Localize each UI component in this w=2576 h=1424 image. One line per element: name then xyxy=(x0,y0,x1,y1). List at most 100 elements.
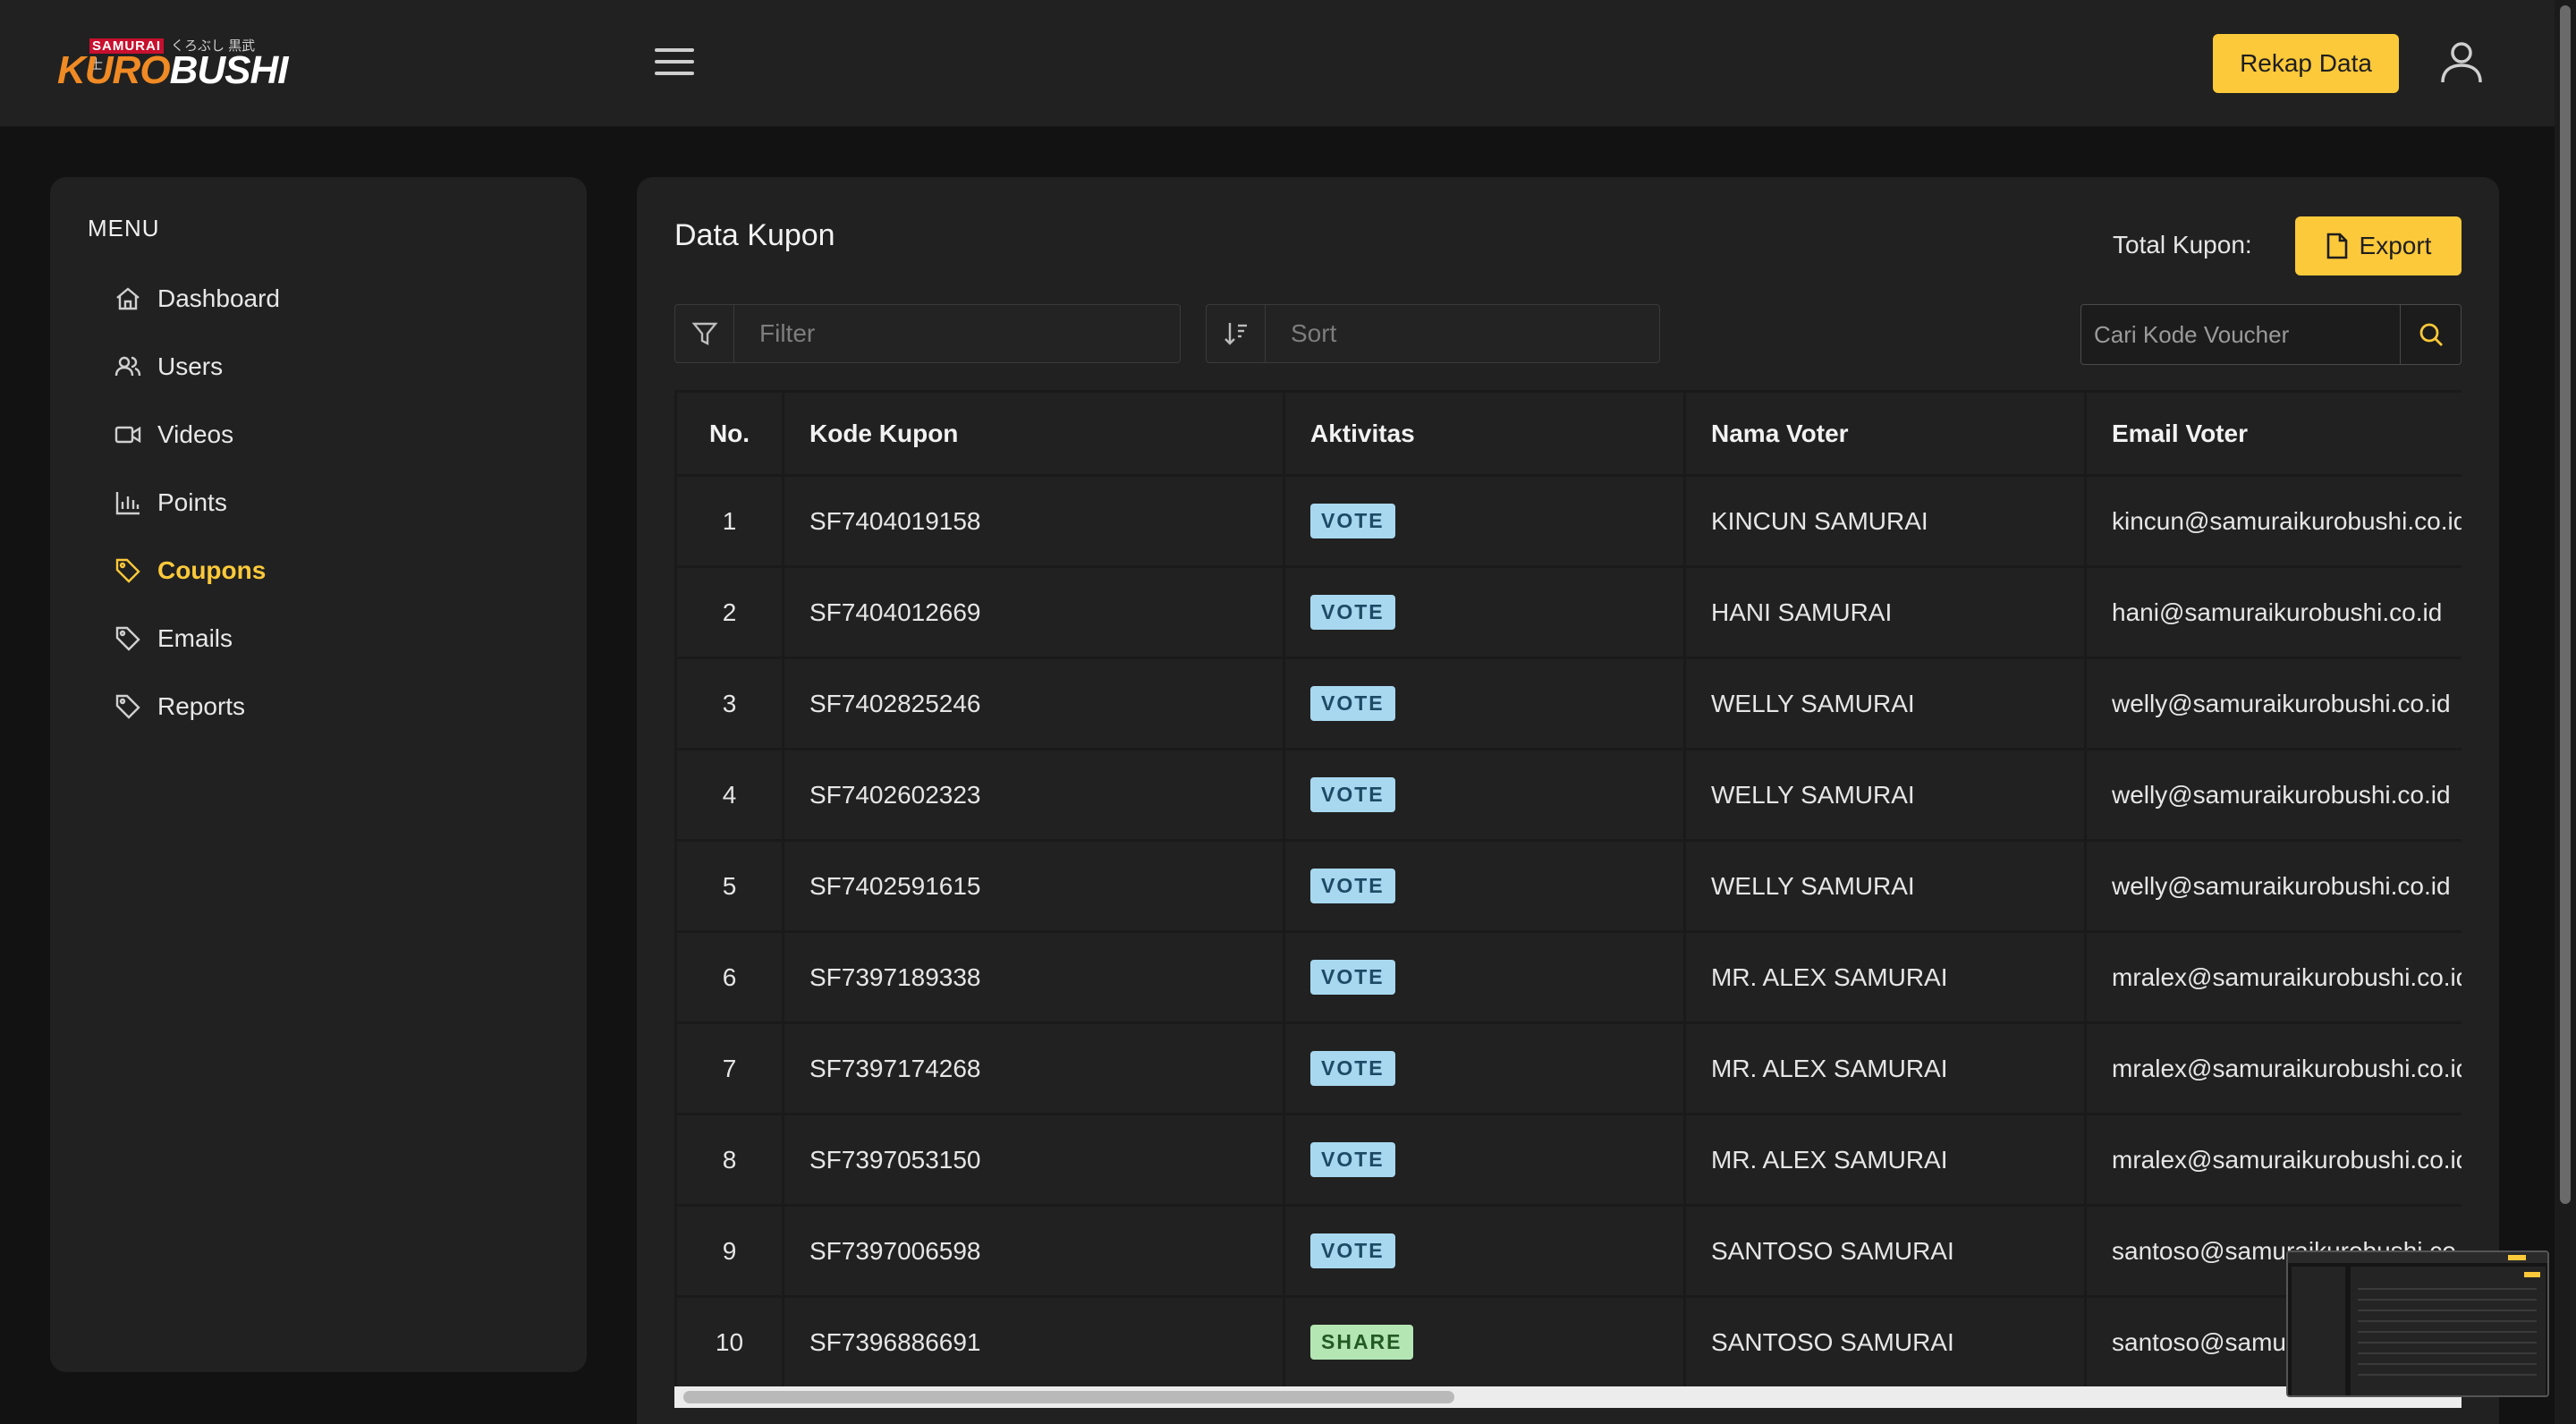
cell-nama-voter: MR. ALEX SAMURAI xyxy=(1683,1113,2087,1207)
data-kupon-panel: Data Kupon Total Kupon: Export No. xyxy=(637,177,2499,1424)
rekap-data-button[interactable]: Rekap Data xyxy=(2213,34,2399,93)
cell-email-voter: welly@samuraikurobushi.co.id xyxy=(2084,748,2462,842)
activity-badge: VOTE xyxy=(1310,1051,1395,1086)
cell-no: 3 xyxy=(674,657,784,750)
sidebar-item-label: Videos xyxy=(157,420,234,448)
cell-aktivitas: VOTE xyxy=(1283,474,1686,568)
table-horizontal-scrollbar[interactable] xyxy=(674,1386,2462,1408)
sidebar-item-points[interactable]: Points xyxy=(113,469,280,537)
sidebar-item-dashboard[interactable]: Dashboard xyxy=(113,265,280,333)
page-title: Data Kupon xyxy=(674,218,835,252)
cell-nama-voter: WELLY SAMURAI xyxy=(1683,748,2087,842)
voucher-search xyxy=(2080,304,2462,365)
kupon-table: No. Kode Kupon Aktivitas Nama Voter Emai… xyxy=(674,390,2462,1389)
file-icon xyxy=(2326,233,2347,259)
home-icon xyxy=(113,284,143,314)
cell-nama-voter: SANTOSO SAMURAI xyxy=(1683,1204,2087,1298)
activity-badge: VOTE xyxy=(1310,869,1395,903)
scrollbar-thumb[interactable] xyxy=(2560,5,2571,1204)
sidebar-item-coupons[interactable]: Coupons xyxy=(113,537,280,605)
column-header-aktivitas[interactable]: Aktivitas xyxy=(1283,390,1686,477)
table-header-row: No. Kode Kupon Aktivitas Nama Voter Emai… xyxy=(674,390,2462,477)
sidebar-item-emails[interactable]: Emails xyxy=(113,605,280,673)
search-input[interactable] xyxy=(2080,304,2401,365)
cell-kode-kupon: SF7397006598 xyxy=(782,1204,1285,1298)
cell-email-voter: hani@samuraikurobushi.co.id xyxy=(2084,565,2462,659)
table-row[interactable]: 3 SF7402825246 VOTE WELLY SAMURAI welly@… xyxy=(674,657,2462,750)
table-row[interactable]: 4 SF7402602323 VOTE WELLY SAMURAI welly@… xyxy=(674,748,2462,842)
cell-no: 8 xyxy=(674,1113,784,1207)
activity-badge: VOTE xyxy=(1310,686,1395,721)
scrollbar-thumb[interactable] xyxy=(683,1391,1454,1403)
column-header-no[interactable]: No. xyxy=(674,390,784,477)
cell-nama-voter: WELLY SAMURAI xyxy=(1683,657,2087,750)
users-icon xyxy=(113,352,143,382)
cell-email-voter: kincun@samuraikurobushi.co.id xyxy=(2084,474,2462,568)
cell-nama-voter: SANTOSO SAMURAI xyxy=(1683,1295,2087,1389)
page-vertical-scrollbar[interactable] xyxy=(2555,0,2576,1424)
cell-kode-kupon: SF7397189338 xyxy=(782,930,1285,1024)
table-row[interactable]: 10 SF7396886691 SHARE SANTOSO SAMURAI sa… xyxy=(674,1295,2462,1389)
cell-aktivitas: VOTE xyxy=(1283,1021,1686,1115)
cell-aktivitas: VOTE xyxy=(1283,1113,1686,1207)
kupon-table-container[interactable]: No. Kode Kupon Aktivitas Nama Voter Emai… xyxy=(674,390,2462,1419)
sidebar-item-users[interactable]: Users xyxy=(113,333,280,401)
cell-kode-kupon: SF7404012669 xyxy=(782,565,1285,659)
screen-preview-thumbnail[interactable] xyxy=(2286,1250,2549,1397)
cell-aktivitas: VOTE xyxy=(1283,930,1686,1024)
tag-icon xyxy=(113,691,143,722)
sidebar-item-label: Points xyxy=(157,488,227,516)
activity-badge: VOTE xyxy=(1310,1142,1395,1177)
cell-email-voter: mralex@samuraikurobushi.co.id xyxy=(2084,1021,2462,1115)
table-row[interactable]: 2 SF7404012669 VOTE HANI SAMURAI hani@sa… xyxy=(674,565,2462,659)
sidebar-item-label: Dashboard xyxy=(157,284,280,312)
search-icon[interactable] xyxy=(2401,304,2462,365)
user-profile-icon[interactable] xyxy=(2438,39,2485,86)
cell-nama-voter: MR. ALEX SAMURAI xyxy=(1683,1021,2087,1115)
video-icon xyxy=(113,420,143,450)
table-row[interactable]: 6 SF7397189338 VOTE MR. ALEX SAMURAI mra… xyxy=(674,930,2462,1024)
filter-input[interactable] xyxy=(734,305,1180,362)
sort-icon[interactable] xyxy=(1207,305,1266,362)
sort-input[interactable] xyxy=(1266,305,1659,362)
cell-kode-kupon: SF7396886691 xyxy=(782,1295,1285,1389)
activity-badge: SHARE xyxy=(1310,1325,1413,1360)
cell-nama-voter: MR. ALEX SAMURAI xyxy=(1683,930,2087,1024)
sidebar-item-label: Emails xyxy=(157,624,233,652)
sidebar-item-label: Coupons xyxy=(157,556,267,584)
kurobushi-logo[interactable]: SAMURAI くろぶし 黒武士 KUROBUSHI xyxy=(57,34,288,92)
filter-control xyxy=(674,304,1181,363)
hamburger-menu-icon[interactable] xyxy=(655,48,694,79)
cell-nama-voter: KINCUN SAMURAI xyxy=(1683,474,2087,568)
activity-badge: VOTE xyxy=(1310,1233,1395,1268)
cell-no: 2 xyxy=(674,565,784,659)
column-header-email-voter[interactable]: Email Voter xyxy=(2084,390,2462,477)
column-header-kode-kupon[interactable]: Kode Kupon xyxy=(782,390,1285,477)
cell-no: 9 xyxy=(674,1204,784,1298)
table-row[interactable]: 1 SF7404019158 VOTE KINCUN SAMURAI kincu… xyxy=(674,474,2462,568)
column-header-nama-voter[interactable]: Nama Voter xyxy=(1683,390,2087,477)
filter-icon[interactable] xyxy=(675,305,734,362)
cell-email-voter: welly@samuraikurobushi.co.id xyxy=(2084,839,2462,933)
total-kupon-label: Total Kupon: xyxy=(2113,231,2252,259)
table-row[interactable]: 7 SF7397174268 VOTE MR. ALEX SAMURAI mra… xyxy=(674,1021,2462,1115)
cell-aktivitas: VOTE xyxy=(1283,657,1686,750)
activity-badge: VOTE xyxy=(1310,777,1395,812)
cell-no: 4 xyxy=(674,748,784,842)
export-label: Export xyxy=(2359,232,2432,259)
cell-kode-kupon: SF7397174268 xyxy=(782,1021,1285,1115)
cell-email-voter: mralex@samuraikurobushi.co.id xyxy=(2084,1113,2462,1207)
sidebar-item-reports[interactable]: Reports xyxy=(113,673,280,741)
cell-no: 1 xyxy=(674,474,784,568)
cell-email-voter: mralex@samuraikurobushi.co.id xyxy=(2084,930,2462,1024)
cell-aktivitas: VOTE xyxy=(1283,565,1686,659)
cell-kode-kupon: SF7402602323 xyxy=(782,748,1285,842)
table-row[interactable]: 8 SF7397053150 VOTE MR. ALEX SAMURAI mra… xyxy=(674,1113,2462,1207)
table-row[interactable]: 5 SF7402591615 VOTE WELLY SAMURAI welly@… xyxy=(674,839,2462,933)
activity-badge: VOTE xyxy=(1310,960,1395,995)
export-button[interactable]: Export xyxy=(2295,216,2462,275)
sidebar-item-videos[interactable]: Videos xyxy=(113,401,280,469)
sidebar: MENU Dashboard Users Videos Points Coupo… xyxy=(50,177,587,1372)
table-row[interactable]: 9 SF7397006598 VOTE SANTOSO SAMURAI sant… xyxy=(674,1204,2462,1298)
top-bar: SAMURAI くろぶし 黒武士 KUROBUSHI Rekap Data xyxy=(0,0,2576,127)
